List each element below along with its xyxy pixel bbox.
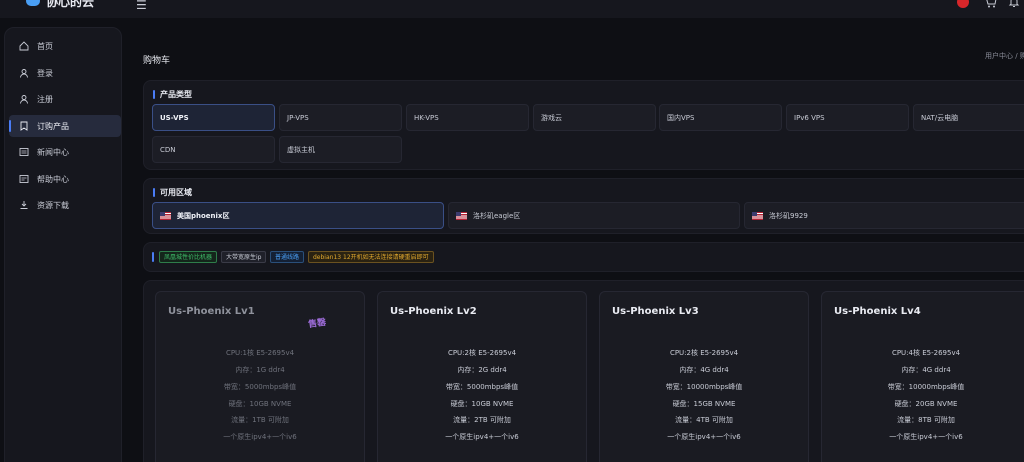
plan-spec-traffic: 流量：4TB 可附加 — [675, 416, 733, 424]
region-label-text: 洛杉矶9929 — [769, 211, 808, 220]
plan-spec-cpu: CPU:2核 E5-2695v4 — [669, 349, 739, 357]
plan-card-lv3[interactable]: Us-Phoenix Lv3 CPU:2核 E5-2695v4 内存：4G dd… — [599, 291, 809, 462]
plan-spec-memory: 内存：1G ddr4 — [235, 366, 285, 374]
sidebar-item-downloads[interactable]: 资源下载 — [9, 194, 121, 216]
plan-spec-disk: 硬盘：15GB NVME — [672, 400, 736, 408]
tags-panel: 凤凰城性价比机器 大带宽原生ip 普通线路 debian13 12开机如无法连接… — [143, 242, 1024, 272]
product-type-us-vps[interactable]: US-VPS — [152, 104, 275, 131]
plan-title: Us-Phoenix Lv1 — [168, 306, 255, 317]
page-title: 购物车 — [143, 56, 171, 66]
bell-icon[interactable] — [1008, 0, 1020, 8]
plan-title: Us-Phoenix Lv4 — [834, 306, 921, 317]
plan-spec-ip: 一个原生ipv4+一个iv6 — [223, 433, 297, 441]
region-panel: 可用区域 美国phoenix区 洛杉矶eagle区 洛杉矶9929 — [143, 178, 1024, 234]
news-icon — [19, 148, 29, 156]
plan-spec-traffic: 流量：2TB 可附加 — [453, 416, 511, 424]
sidebar-item-help[interactable]: 帮助中心 — [9, 168, 121, 190]
tags-accent — [152, 252, 154, 262]
brand-logo[interactable]: 协心的云 — [26, 0, 95, 9]
sidebar-item-label: 首页 — [37, 41, 53, 51]
sidebar-item-news[interactable]: 新闻中心 — [9, 141, 121, 163]
top-bar: 协心的云 ☰ — [0, 0, 1024, 18]
sidebar-item-register[interactable]: 注册 — [9, 88, 121, 110]
product-type-label: 产品类型 — [153, 89, 192, 100]
user-icon — [20, 69, 28, 78]
sidebar-item-home[interactable]: 首页 — [9, 35, 121, 57]
sidebar: 首页 登录 注册 订购产品 新闻中心 帮助中心 资源下载 — [4, 27, 122, 462]
cart-icon[interactable] — [983, 0, 997, 8]
product-type-nat-cloud-pc[interactable]: NAT/云电脑 — [913, 104, 1024, 131]
plan-spec-cpu: CPU:2核 E5-2695v4 — [447, 349, 517, 357]
sidebar-item-order-products[interactable]: 订购产品 — [9, 115, 121, 137]
sidebar-item-label: 注册 — [37, 94, 53, 104]
us-flag-icon — [752, 211, 763, 220]
plan-spec-bandwidth: 带宽：5000mbps峰值 — [445, 383, 519, 391]
plan-spec-ip: 一个原生ipv4+一个iv6 — [445, 433, 519, 441]
user-plus-icon — [20, 95, 28, 104]
plan-spec-ip: 一个原生ipv4+一个iv6 — [667, 433, 741, 441]
product-type-ipv6-vps[interactable]: IPv6 VPS — [786, 104, 909, 131]
sidebar-item-label: 订购产品 — [37, 121, 69, 131]
plan-spec-disk: 硬盘：10GB NVME — [450, 400, 514, 408]
plan-spec-memory: 内存：4G ddr4 — [679, 366, 729, 374]
cloud-logo-icon — [26, 0, 40, 6]
plan-card-lv1[interactable]: Us-Phoenix Lv1 售罄 CPU:1核 E5-2695v4 内存：1G… — [155, 291, 365, 462]
product-type-virtual-host[interactable]: 虚拟主机 — [279, 136, 402, 163]
plan-spec-bandwidth: 带宽：5000mbps峰值 — [223, 383, 297, 391]
help-icon — [19, 175, 29, 183]
download-icon — [20, 201, 28, 209]
sidebar-item-label: 资源下载 — [37, 200, 69, 210]
region-la-eagle[interactable]: 洛杉矶eagle区 — [448, 202, 740, 229]
region-label-text: 美国phoenix区 — [177, 211, 230, 220]
plan-spec-bandwidth: 带宽：10000mbps峰值 — [665, 383, 743, 391]
sidebar-item-label: 登录 — [37, 68, 53, 78]
language-flag-icon[interactable] — [957, 0, 969, 8]
tag-debian-notice: debian13 12开机如无法连接请硬重启即可 — [308, 251, 434, 263]
us-flag-icon — [160, 211, 171, 220]
product-type-jp-vps[interactable]: JP-VPS — [279, 104, 402, 131]
us-flag-icon — [456, 211, 467, 220]
breadcrumb[interactable]: 用户中心 / 购 — [985, 51, 1024, 61]
sold-out-stamp: 售罄 — [307, 317, 327, 331]
plan-spec-traffic: 流量：1TB 可附加 — [231, 416, 289, 424]
plan-spec-disk: 硬盘：10GB NVME — [228, 400, 292, 408]
plan-spec-traffic: 流量：8TB 可附加 — [897, 416, 955, 424]
region-la-9929[interactable]: 洛杉矶9929 — [744, 202, 1024, 229]
sidebar-item-label: 帮助中心 — [37, 174, 69, 184]
bookmark-icon — [20, 121, 28, 131]
tag-phoenix-value: 凤凰城性价比机器 — [159, 251, 218, 263]
product-type-panel: 产品类型 US-VPS JP-VPS HK-VPS 游戏云 国内VPS IPv6… — [143, 80, 1024, 170]
plan-spec-ip: 一个原生ipv4+一个iv6 — [889, 433, 963, 441]
region-label: 可用区域 — [153, 187, 192, 198]
tag-bandwidth-ip: 大带宽原生ip — [221, 251, 267, 263]
product-type-cdn[interactable]: CDN — [152, 136, 275, 163]
sidebar-item-label: 新闻中心 — [37, 147, 69, 157]
plan-spec-memory: 内存：4G ddr4 — [901, 366, 951, 374]
home-icon — [19, 41, 29, 51]
region-label-text: 洛杉矶eagle区 — [473, 211, 521, 220]
plan-spec-cpu: CPU:1核 E5-2695v4 — [225, 349, 295, 357]
plan-card-lv4[interactable]: Us-Phoenix Lv4 CPU:4核 E5-2695v4 内存：4G dd… — [821, 291, 1024, 462]
plan-spec-memory: 内存：2G ddr4 — [457, 366, 507, 374]
plan-spec-bandwidth: 带宽：10000mbps峰值 — [887, 383, 965, 391]
plan-title: Us-Phoenix Lv2 — [390, 306, 477, 317]
plan-spec-cpu: CPU:4核 E5-2695v4 — [891, 349, 961, 357]
region-phoenix[interactable]: 美国phoenix区 — [152, 202, 444, 229]
plan-title: Us-Phoenix Lv3 — [612, 306, 699, 317]
sidebar-item-login[interactable]: 登录 — [9, 62, 121, 84]
plan-spec-disk: 硬盘：20GB NVME — [894, 400, 958, 408]
product-type-game-cloud[interactable]: 游戏云 — [533, 104, 656, 131]
tag-normal-line: 普通线路 — [270, 251, 305, 263]
brand-name: 协心的云 — [46, 0, 95, 9]
product-type-hk-vps[interactable]: HK-VPS — [406, 104, 529, 131]
plan-card-lv2[interactable]: Us-Phoenix Lv2 CPU:2核 E5-2695v4 内存：2G dd… — [377, 291, 587, 462]
product-type-domestic-vps[interactable]: 国内VPS — [659, 104, 782, 131]
menu-toggle-icon[interactable]: ☰ — [136, 0, 147, 12]
